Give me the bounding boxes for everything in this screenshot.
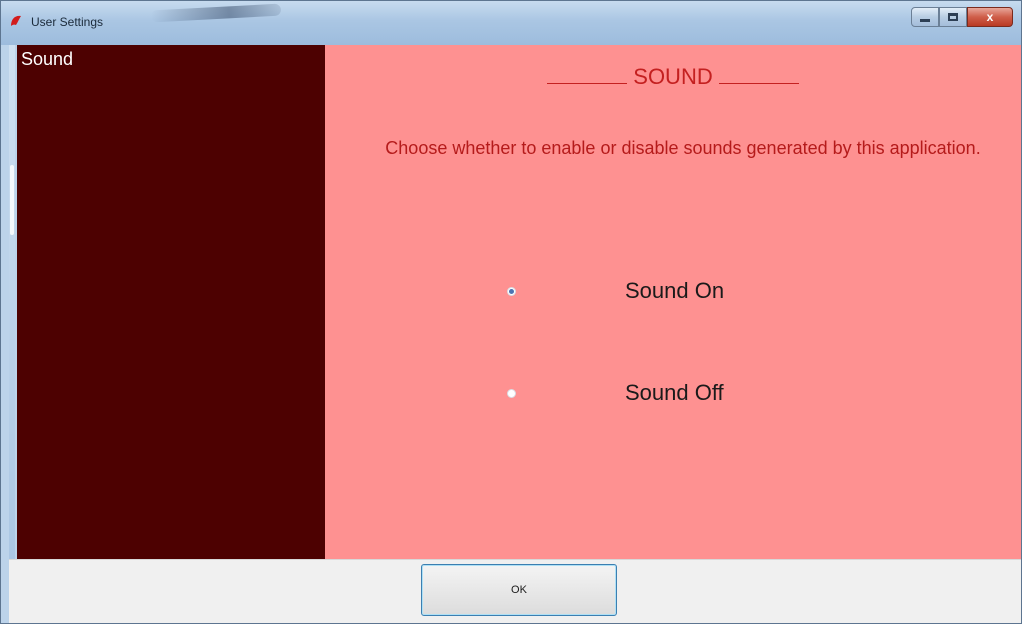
minimize-icon — [920, 19, 930, 22]
sound-on-radio[interactable] — [507, 286, 516, 296]
settings-sidebar: Sound — [17, 45, 325, 559]
heading-rule-left — [547, 59, 628, 84]
close-button[interactable]: x — [967, 7, 1013, 27]
window-controls: x — [911, 7, 1013, 29]
sidebar-item-sound[interactable]: Sound — [21, 49, 73, 70]
scrollbar-thumb[interactable] — [10, 165, 14, 235]
settings-window: User Settings x Sound SOUND Choose wheth… — [0, 0, 1022, 624]
close-icon: x — [986, 10, 994, 24]
title-bar-decoration — [150, 3, 282, 23]
maximize-icon — [948, 13, 958, 21]
section-heading: SOUND — [325, 59, 1021, 90]
sound-settings-panel: SOUND Choose whether to enable or disabl… — [325, 45, 1021, 559]
window-title: User Settings — [31, 15, 104, 29]
section-heading-text: SOUND — [633, 64, 713, 89]
minimize-button[interactable] — [911, 7, 939, 27]
dialog-footer: OK — [9, 559, 1021, 623]
sound-off-radio[interactable] — [507, 388, 516, 398]
title-bar[interactable]: User Settings x — [1, 1, 1021, 45]
app-icon — [11, 15, 21, 26]
sidebar-scrollbar[interactable] — [9, 45, 15, 565]
sound-off-option[interactable]: Sound Off — [505, 373, 825, 413]
sound-off-label[interactable]: Sound Off — [625, 380, 724, 406]
ok-button[interactable]: OK — [421, 564, 617, 616]
sound-on-option[interactable]: Sound On — [505, 271, 825, 311]
sound-on-label[interactable]: Sound On — [625, 278, 724, 304]
heading-rule-right — [718, 59, 799, 84]
maximize-button[interactable] — [939, 7, 967, 27]
section-description: Choose whether to enable or disable soun… — [385, 138, 981, 158]
